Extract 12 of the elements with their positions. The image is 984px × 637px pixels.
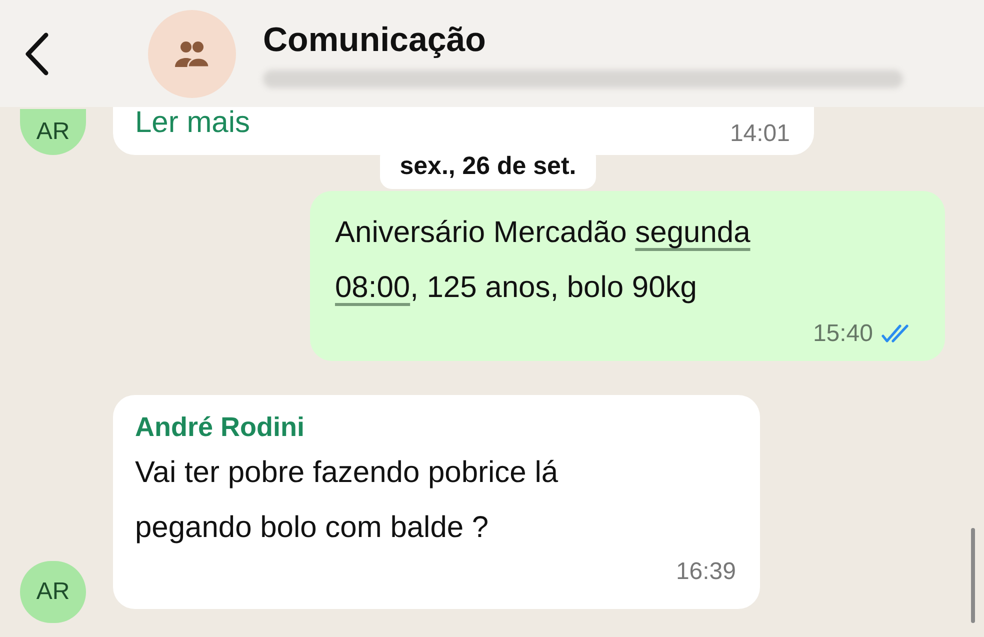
sender-name[interactable]: André Rodini	[135, 409, 736, 445]
message-text: Aniversário Mercadão segunda 08:00, 125 anos, bolo 90kg	[335, 215, 752, 306]
message-text: Vai ter pobre fazendo pobrice lá pegando bolo com balde ?	[135, 455, 560, 546]
sender-avatar[interactable]: AR	[20, 561, 86, 623]
read-more-link[interactable]: Ler mais	[135, 107, 250, 139]
message-time: 15:40	[812, 319, 873, 349]
message-time: 14:01	[730, 119, 790, 149]
scrollbar[interactable]	[971, 528, 975, 623]
message-time: 16:39	[676, 557, 736, 587]
chat-title: Comunicação	[263, 20, 487, 60]
people-icon	[175, 40, 209, 66]
sender-avatar[interactable]: AR	[20, 109, 86, 155]
